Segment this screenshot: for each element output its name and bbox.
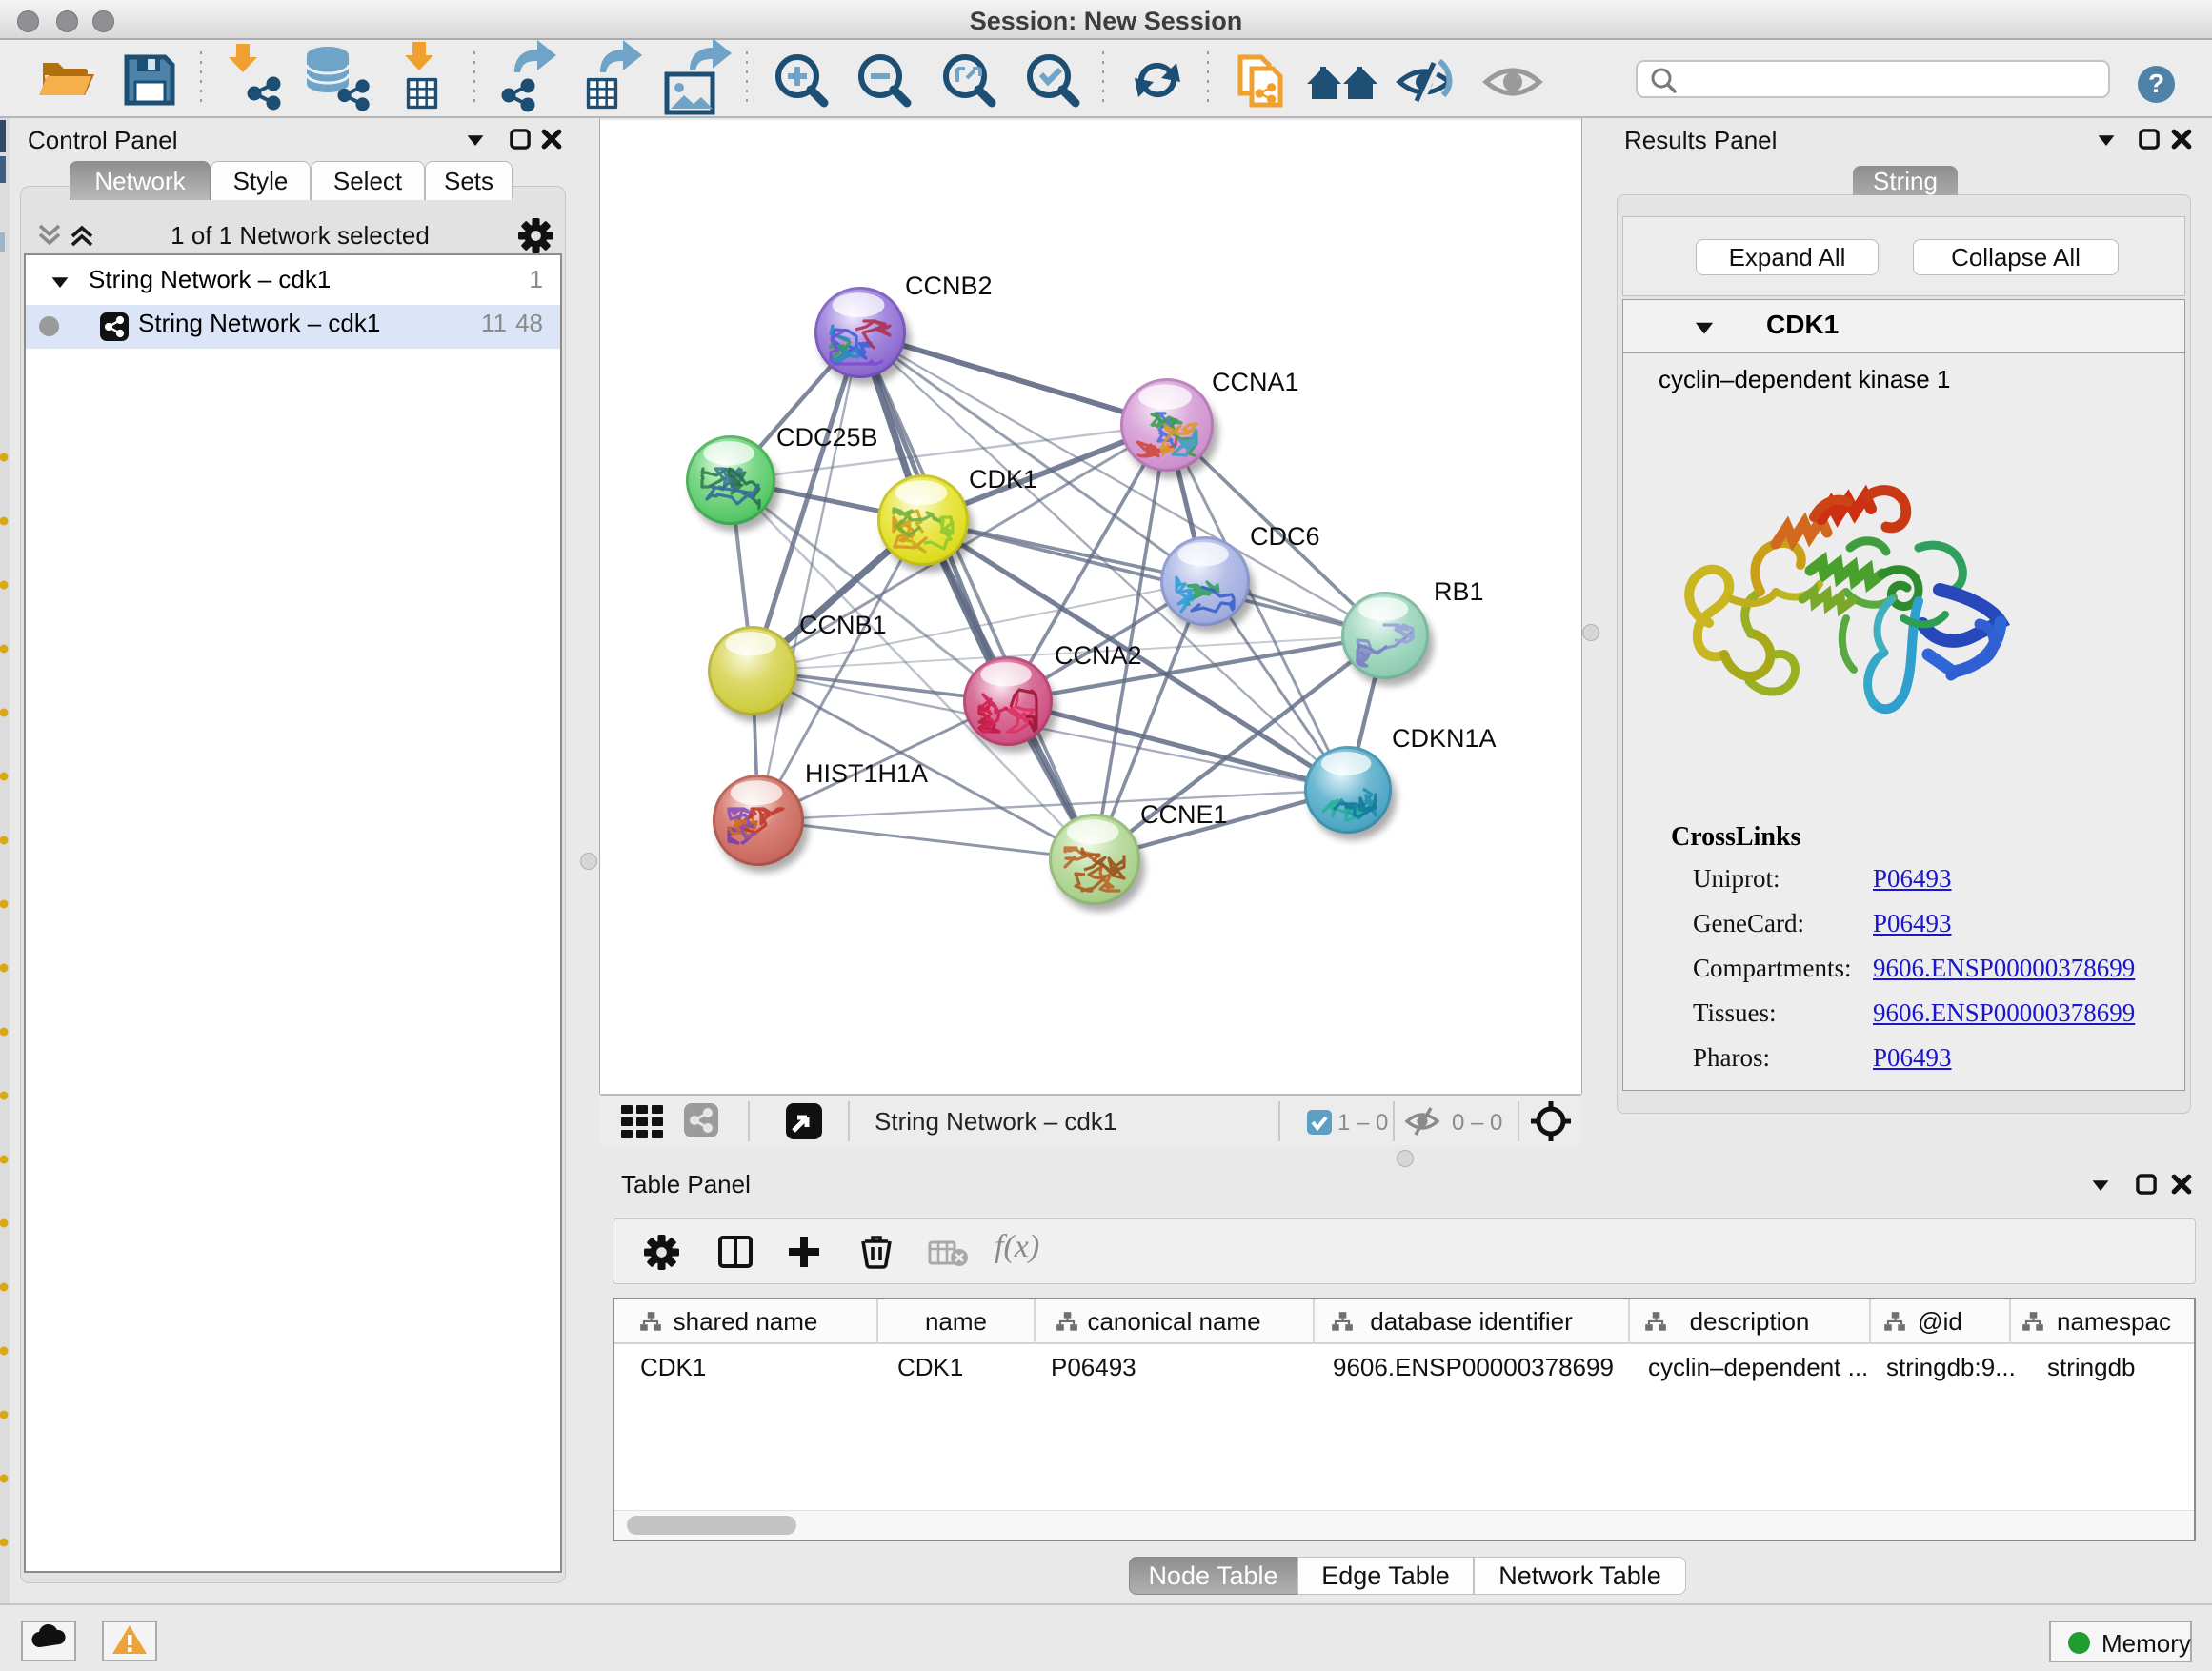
svg-text:CCNA1: CCNA1 (1212, 368, 1299, 396)
svg-text:CDK1: CDK1 (969, 465, 1037, 493)
svg-text:CCNA2: CCNA2 (1055, 641, 1142, 670)
svg-text:CCNB1: CCNB1 (799, 611, 887, 639)
svg-text:1 – 0: 1 – 0 (1337, 1110, 1388, 1136)
svg-text:CCNB2: CCNB2 (905, 272, 993, 300)
svg-text:CCNE1: CCNE1 (1140, 800, 1228, 829)
svg-text:RB1: RB1 (1434, 577, 1484, 606)
svg-text:HIST1H1A: HIST1H1A (805, 759, 928, 788)
svg-text:CDC25B: CDC25B (776, 423, 878, 452)
svg-text:CDC6: CDC6 (1250, 522, 1320, 551)
svg-text:0 – 0: 0 – 0 (1452, 1110, 1502, 1136)
svg-text:CDKN1A: CDKN1A (1392, 724, 1497, 753)
